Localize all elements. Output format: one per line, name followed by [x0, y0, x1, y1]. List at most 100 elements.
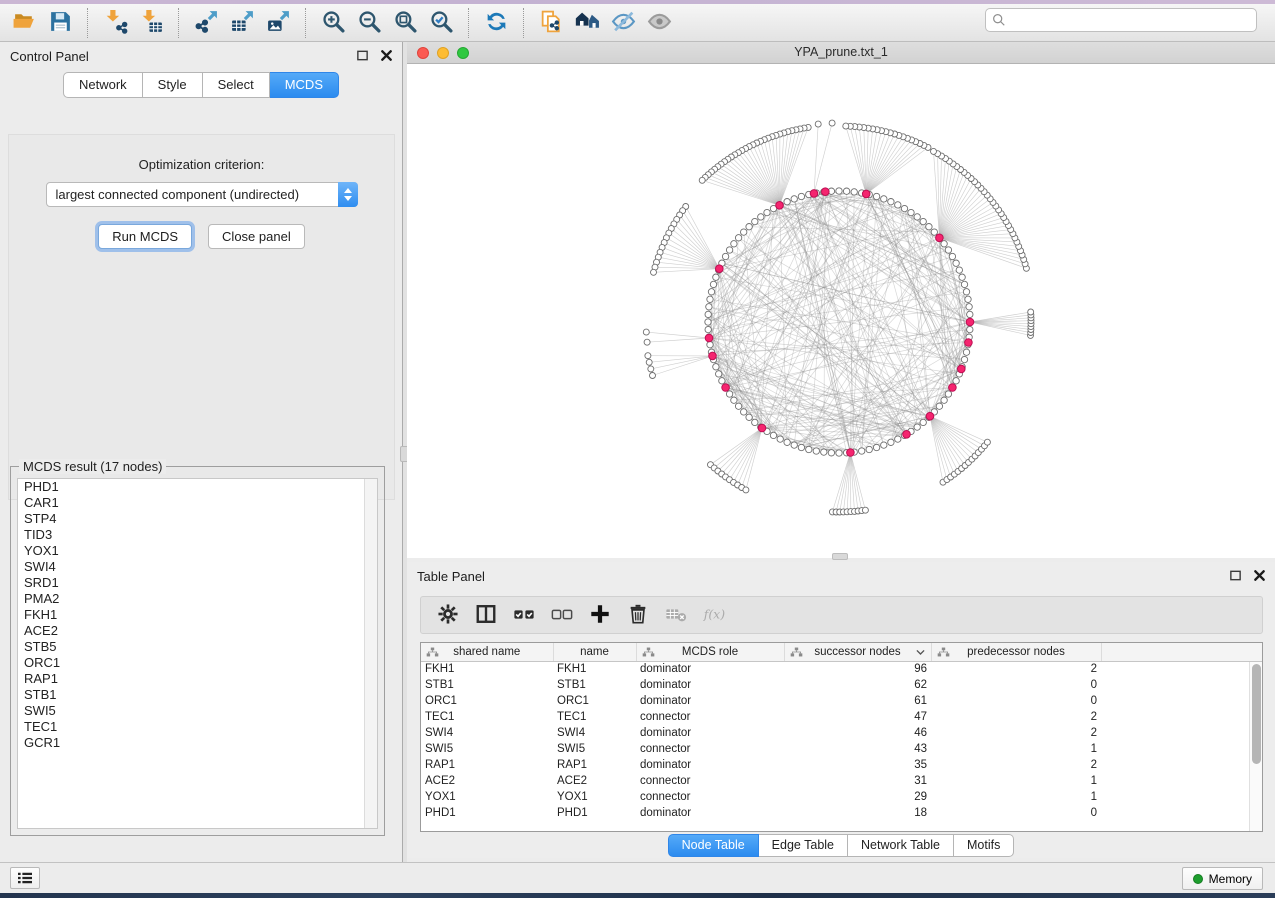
- zoom-in-button[interactable]: [315, 7, 351, 39]
- network-node: [967, 311, 973, 317]
- search-box[interactable]: [985, 8, 1257, 32]
- list-icon: [17, 871, 33, 885]
- table-row[interactable]: ORC1ORC1dominator610: [421, 693, 1262, 709]
- horizontal-splitter-grip[interactable]: [832, 553, 848, 560]
- mcds-result-item[interactable]: RAP1: [18, 671, 377, 687]
- network-canvas[interactable]: [407, 64, 1275, 558]
- close-window-light[interactable]: [417, 47, 429, 59]
- show-panels-button[interactable]: [10, 867, 40, 889]
- column-header-name[interactable]: name: [553, 643, 636, 661]
- tab-edge-table[interactable]: Edge Table: [759, 834, 848, 857]
- import-network-button[interactable]: [97, 7, 133, 39]
- select-unchecked-button[interactable]: [543, 599, 581, 631]
- tab-network-table[interactable]: Network Table: [848, 834, 954, 857]
- mcds-result-item[interactable]: GCR1: [18, 735, 377, 751]
- table-row[interactable]: SWI4SWI4dominator462: [421, 725, 1262, 741]
- column-header-successor-nodes[interactable]: successor nodes: [784, 643, 931, 661]
- select-checked-button[interactable]: [505, 599, 543, 631]
- duplicate-network-button[interactable]: [533, 7, 569, 39]
- mcds-result-list[interactable]: PHD1CAR1STP4TID3YOX1SWI4SRD1PMA2FKH1ACE2…: [17, 478, 378, 829]
- search-input[interactable]: [1012, 10, 1256, 30]
- criterion-select[interactable]: largest connected component (undirected): [46, 182, 358, 207]
- close-panel-button-cp[interactable]: Close panel: [208, 224, 305, 249]
- mcds-result-item[interactable]: SWI4: [18, 559, 377, 575]
- zoom-fit-button[interactable]: [387, 7, 423, 39]
- mcds-result-item[interactable]: STB5: [18, 639, 377, 655]
- maximize-window-light[interactable]: [457, 47, 469, 59]
- network-node: [895, 202, 901, 208]
- mcds-result-item[interactable]: STP4: [18, 511, 377, 527]
- network-node: [936, 403, 942, 409]
- leaf-node: [743, 487, 749, 493]
- export-table-button[interactable]: [224, 7, 260, 39]
- cell-name: STB1: [553, 677, 636, 693]
- columns-button[interactable]: [467, 599, 505, 631]
- mcds-result-item[interactable]: FKH1: [18, 607, 377, 623]
- network-node: [741, 409, 747, 415]
- zoom-out-button[interactable]: [351, 7, 387, 39]
- save-button[interactable]: [42, 7, 78, 39]
- table-row[interactable]: ACE2ACE2connector311: [421, 773, 1262, 789]
- column-header-MCDS-role[interactable]: MCDS role: [636, 643, 784, 661]
- table-row[interactable]: STB1STB1dominator620: [421, 677, 1262, 693]
- hide-selected-button[interactable]: [605, 7, 641, 39]
- float-panel-button[interactable]: [354, 47, 370, 63]
- zoom-selected-button[interactable]: [423, 7, 459, 39]
- table-row[interactable]: RAP1RAP1dominator352: [421, 757, 1262, 773]
- mcds-result-item[interactable]: CAR1: [18, 495, 377, 511]
- mcds-result-item[interactable]: ACE2: [18, 623, 377, 639]
- table-row[interactable]: FKH1FKH1dominator962: [421, 661, 1262, 677]
- close-table-panel-button[interactable]: [1251, 567, 1267, 583]
- export-network-button[interactable]: [188, 7, 224, 39]
- cell-successor_nodes: 18: [784, 805, 931, 821]
- first-neighbors-button[interactable]: [569, 7, 605, 39]
- mcds-hub-node: [966, 318, 974, 326]
- minimize-window-light[interactable]: [437, 47, 449, 59]
- mcds-result-item[interactable]: PHD1: [18, 479, 377, 495]
- mcds-result-item[interactable]: ORC1: [18, 655, 377, 671]
- leaf-node: [651, 269, 657, 275]
- add-column-button[interactable]: [581, 599, 619, 631]
- tab-style[interactable]: Style: [143, 72, 203, 98]
- leaf-node: [650, 373, 656, 379]
- table-panel-header: Table Panel: [407, 562, 1275, 588]
- mcds-result-item[interactable]: PMA2: [18, 591, 377, 607]
- mcds-result-item[interactable]: SRD1: [18, 575, 377, 591]
- tab-motifs[interactable]: Motifs: [954, 834, 1014, 857]
- mcds-list-scrollbar[interactable]: [364, 479, 377, 828]
- export-image-button[interactable]: [260, 7, 296, 39]
- network-titlebar: YPA_prune.txt_1: [407, 42, 1275, 64]
- column-header-shared-name[interactable]: shared name: [421, 643, 553, 661]
- show-all-button[interactable]: [641, 7, 677, 39]
- import-table-button[interactable]: [133, 7, 169, 39]
- float-table-panel-button[interactable]: [1227, 567, 1243, 583]
- table-row[interactable]: PHD1PHD1dominator180: [421, 805, 1262, 821]
- network-node: [705, 326, 711, 332]
- mcds-result-item[interactable]: YOX1: [18, 543, 377, 559]
- toolbar-separator: [87, 8, 88, 38]
- table-row[interactable]: YOX1YOX1connector291: [421, 789, 1262, 805]
- refresh-button[interactable]: [478, 7, 514, 39]
- run-mcds-button[interactable]: Run MCDS: [98, 224, 192, 249]
- open-folder-button[interactable]: [6, 7, 42, 39]
- tab-network[interactable]: Network: [63, 72, 143, 98]
- mcds-result-item[interactable]: SWI5: [18, 703, 377, 719]
- close-panel-button[interactable]: [378, 47, 394, 63]
- table-row[interactable]: SWI5SWI5connector431: [421, 741, 1262, 757]
- column-header-predecessor-nodes[interactable]: predecessor nodes: [931, 643, 1101, 661]
- gear-button[interactable]: [429, 599, 467, 631]
- network-nodes[interactable]: [643, 120, 1034, 515]
- mcds-result-item[interactable]: TEC1: [18, 719, 377, 735]
- tab-select[interactable]: Select: [203, 72, 270, 98]
- tab-mcds[interactable]: MCDS: [270, 72, 339, 98]
- close-icon: [1253, 569, 1266, 582]
- memory-button[interactable]: Memory: [1182, 867, 1263, 890]
- leaf-node: [645, 353, 651, 359]
- tab-node-table[interactable]: Node Table: [668, 834, 759, 857]
- table-scrollbar-thumb[interactable]: [1252, 664, 1261, 764]
- table-row[interactable]: TEC1TEC1connector472: [421, 709, 1262, 725]
- mcds-result-item[interactable]: TID3: [18, 527, 377, 543]
- delete-column-button[interactable]: [619, 599, 657, 631]
- cell-successor_nodes: 61: [784, 693, 931, 709]
- mcds-result-item[interactable]: STB1: [18, 687, 377, 703]
